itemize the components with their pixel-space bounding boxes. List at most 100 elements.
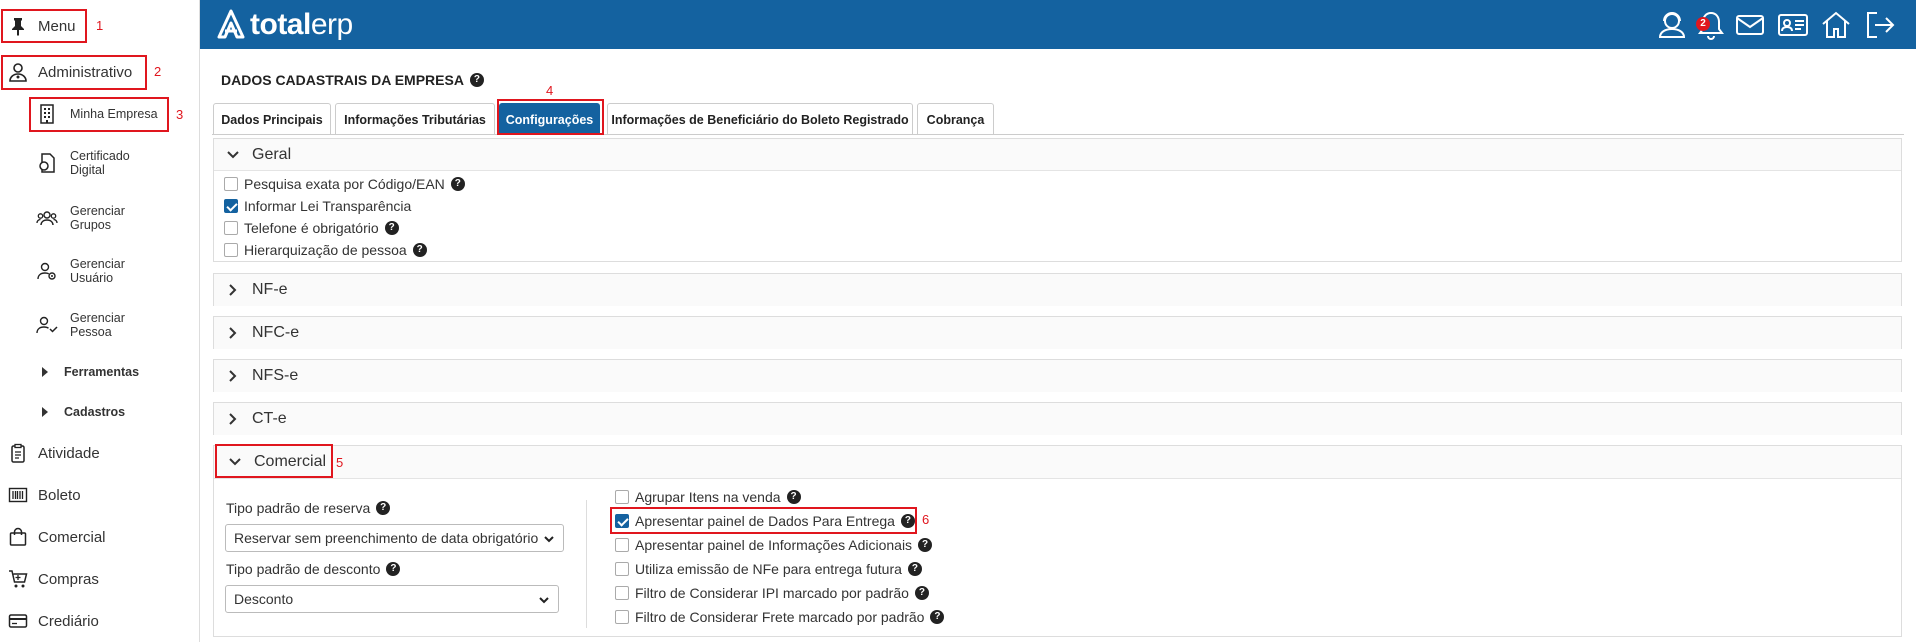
option-label: Filtro de Considerar IPI marcado por pad… <box>635 585 909 601</box>
user-gear-icon <box>37 262 56 280</box>
annotation-number-6: 6 <box>922 512 930 527</box>
tab-dados-principais[interactable]: Dados Principais <box>213 103 331 135</box>
panel-cte-header[interactable]: CT-e <box>214 403 1901 435</box>
sidebar-item-crediario[interactable]: Crediário <box>0 604 99 638</box>
checkbox[interactable] <box>615 586 629 600</box>
option-pesquisa-exata[interactable]: Pesquisa exata por Código/EAN ? <box>224 176 465 192</box>
shopping-bag-icon <box>9 527 27 546</box>
panel-nfse[interactable]: NFS-e <box>213 359 1902 392</box>
desconto-label-text: Tipo padrão de desconto <box>226 561 381 577</box>
help-icon[interactable]: ? <box>412 243 427 257</box>
support-button[interactable] <box>1656 9 1688 41</box>
sidebar-item-gerenciar-grupos[interactable]: Gerenciar Grupos <box>28 203 168 233</box>
help-icon[interactable]: ? <box>386 562 401 576</box>
option-hierarquizacao[interactable]: Hierarquização de pessoa ? <box>224 242 427 258</box>
tab-label: Dados Principais <box>221 112 323 127</box>
chevron-down-icon <box>227 150 239 158</box>
option-label: Informar Lei Transparência <box>244 198 412 214</box>
checkbox[interactable] <box>615 538 629 552</box>
checkbox[interactable] <box>224 221 238 235</box>
gerenciar-grupos-label: Gerenciar Grupos <box>70 204 125 232</box>
logout-button[interactable] <box>1864 9 1896 41</box>
sidebar-item-ferramentas[interactable]: Ferramentas <box>42 365 139 379</box>
option-telefone-obrigatorio[interactable]: Telefone é obrigatório ? <box>224 220 399 236</box>
sidebar-item-atividade[interactable]: Atividade <box>0 436 100 470</box>
sidebar-item-cadastros[interactable]: Cadastros <box>42 405 125 419</box>
panel-nfce[interactable]: NFC-e <box>213 316 1902 349</box>
panel-cte-title: CT-e <box>252 410 287 427</box>
checkbox[interactable] <box>224 177 238 191</box>
panel-nfe-title: NF-e <box>252 281 288 298</box>
logo[interactable]: total erp <box>216 8 353 42</box>
help-icon[interactable]: ? <box>376 501 391 515</box>
help-icon[interactable]: ? <box>384 221 399 235</box>
checkbox[interactable] <box>224 243 238 257</box>
credit-card-icon <box>8 614 28 628</box>
logo-mark-icon <box>217 9 245 39</box>
annotation-box-1 <box>1 9 87 43</box>
gerenciar-usuario-label: Gerenciar Usuário <box>70 257 125 285</box>
panel-nfce-header[interactable]: NFC-e <box>214 317 1901 349</box>
option-filtro-frete[interactable]: Filtro de Considerar Frete marcado por p… <box>615 609 945 625</box>
sidebar-item-gerenciar-pessoa[interactable]: Gerenciar Pessoa <box>28 310 168 340</box>
tab-beneficiario-boleto[interactable]: Informações de Beneficiário do Boleto Re… <box>607 103 913 135</box>
option-lei-transparencia[interactable]: Informar Lei Transparência <box>224 198 411 214</box>
compras-label: Compras <box>38 570 99 588</box>
checkbox[interactable] <box>615 562 629 576</box>
help-icon[interactable]: ? <box>918 538 933 552</box>
help-icon[interactable]: ? <box>786 490 801 504</box>
panel-nfe-header[interactable]: NF-e <box>214 274 1901 306</box>
page-title: DADOS CADASTRAIS DA EMPRESA ? <box>221 72 484 88</box>
mail-icon <box>1736 15 1764 35</box>
option-informacoes-adicionais[interactable]: Apresentar painel de Informações Adicion… <box>615 537 933 553</box>
home-icon <box>1822 11 1850 38</box>
option-nfe-entrega-futura[interactable]: Utiliza emissão de NFe para entrega futu… <box>615 561 922 577</box>
tab-informacoes-tributarias[interactable]: Informações Tributárias <box>335 103 495 135</box>
desconto-field-label: Tipo padrão de desconto ? <box>226 561 401 577</box>
help-icon[interactable]: ? <box>450 177 465 191</box>
desconto-select[interactable]: Desconto <box>225 585 559 613</box>
clipboard-icon <box>11 443 25 463</box>
panel-geral: Geral <box>213 138 1902 262</box>
panel-comercial-header[interactable]: Comercial <box>214 446 1901 479</box>
option-agrupar-itens[interactable]: Agrupar Itens na venda ? <box>615 489 801 505</box>
cadastros-label: Cadastros <box>64 405 126 419</box>
reserva-select[interactable]: Reservar sem preenchimento de data obrig… <box>225 524 564 552</box>
desconto-select-value: Desconto <box>234 591 294 607</box>
reserva-select-value: Reservar sem preenchimento de data obrig… <box>234 530 539 546</box>
logo-text-light: erp <box>310 8 353 41</box>
panel-nfse-header[interactable]: NFS-e <box>214 360 1901 392</box>
tab-divider <box>212 134 1904 135</box>
profile-card-button[interactable] <box>1777 9 1809 41</box>
sidebar-item-boleto[interactable]: Boleto <box>0 478 81 512</box>
logo-text-bold: total <box>250 8 311 41</box>
sidebar-item-comercial[interactable]: Comercial <box>0 520 106 554</box>
tab-cobranca[interactable]: Cobrança <box>917 103 994 135</box>
sidebar-item-gerenciar-usuario[interactable]: Gerenciar Usuário <box>28 256 168 286</box>
help-icon[interactable]: ? <box>930 610 945 624</box>
checkbox-checked[interactable] <box>224 199 238 213</box>
home-button[interactable] <box>1820 9 1852 41</box>
messages-button[interactable] <box>1734 9 1766 41</box>
atividade-label: Atividade <box>38 444 100 462</box>
checkbox[interactable] <box>615 610 629 624</box>
checkbox[interactable] <box>615 490 629 504</box>
option-label: Filtro de Considerar Frete marcado por p… <box>635 609 925 625</box>
help-icon[interactable]: ? <box>469 73 484 87</box>
panel-nfce-title: NFC-e <box>252 324 300 341</box>
help-icon[interactable]: ? <box>914 586 929 600</box>
tab-label: Informações Tributárias <box>344 112 486 127</box>
barcode-icon <box>8 487 28 503</box>
annotation-box-4 <box>497 99 604 135</box>
sidebar-item-certificado-digital[interactable]: Certificado Digital <box>28 148 168 178</box>
panel-nfe[interactable]: NF-e <box>213 273 1902 306</box>
users-group-icon <box>36 211 58 226</box>
option-filtro-ipi[interactable]: Filtro de Considerar IPI marcado por pad… <box>615 585 929 601</box>
option-label: Telefone é obrigatório <box>244 220 379 236</box>
sidebar-item-compras[interactable]: Compras <box>0 562 99 596</box>
panel-geral-header[interactable]: Geral <box>214 139 1901 171</box>
panel-cte[interactable]: CT-e <box>213 402 1902 435</box>
help-icon[interactable]: ? <box>907 562 922 576</box>
annotation-number-3: 3 <box>176 107 184 122</box>
annotation-box-2 <box>1 55 147 90</box>
